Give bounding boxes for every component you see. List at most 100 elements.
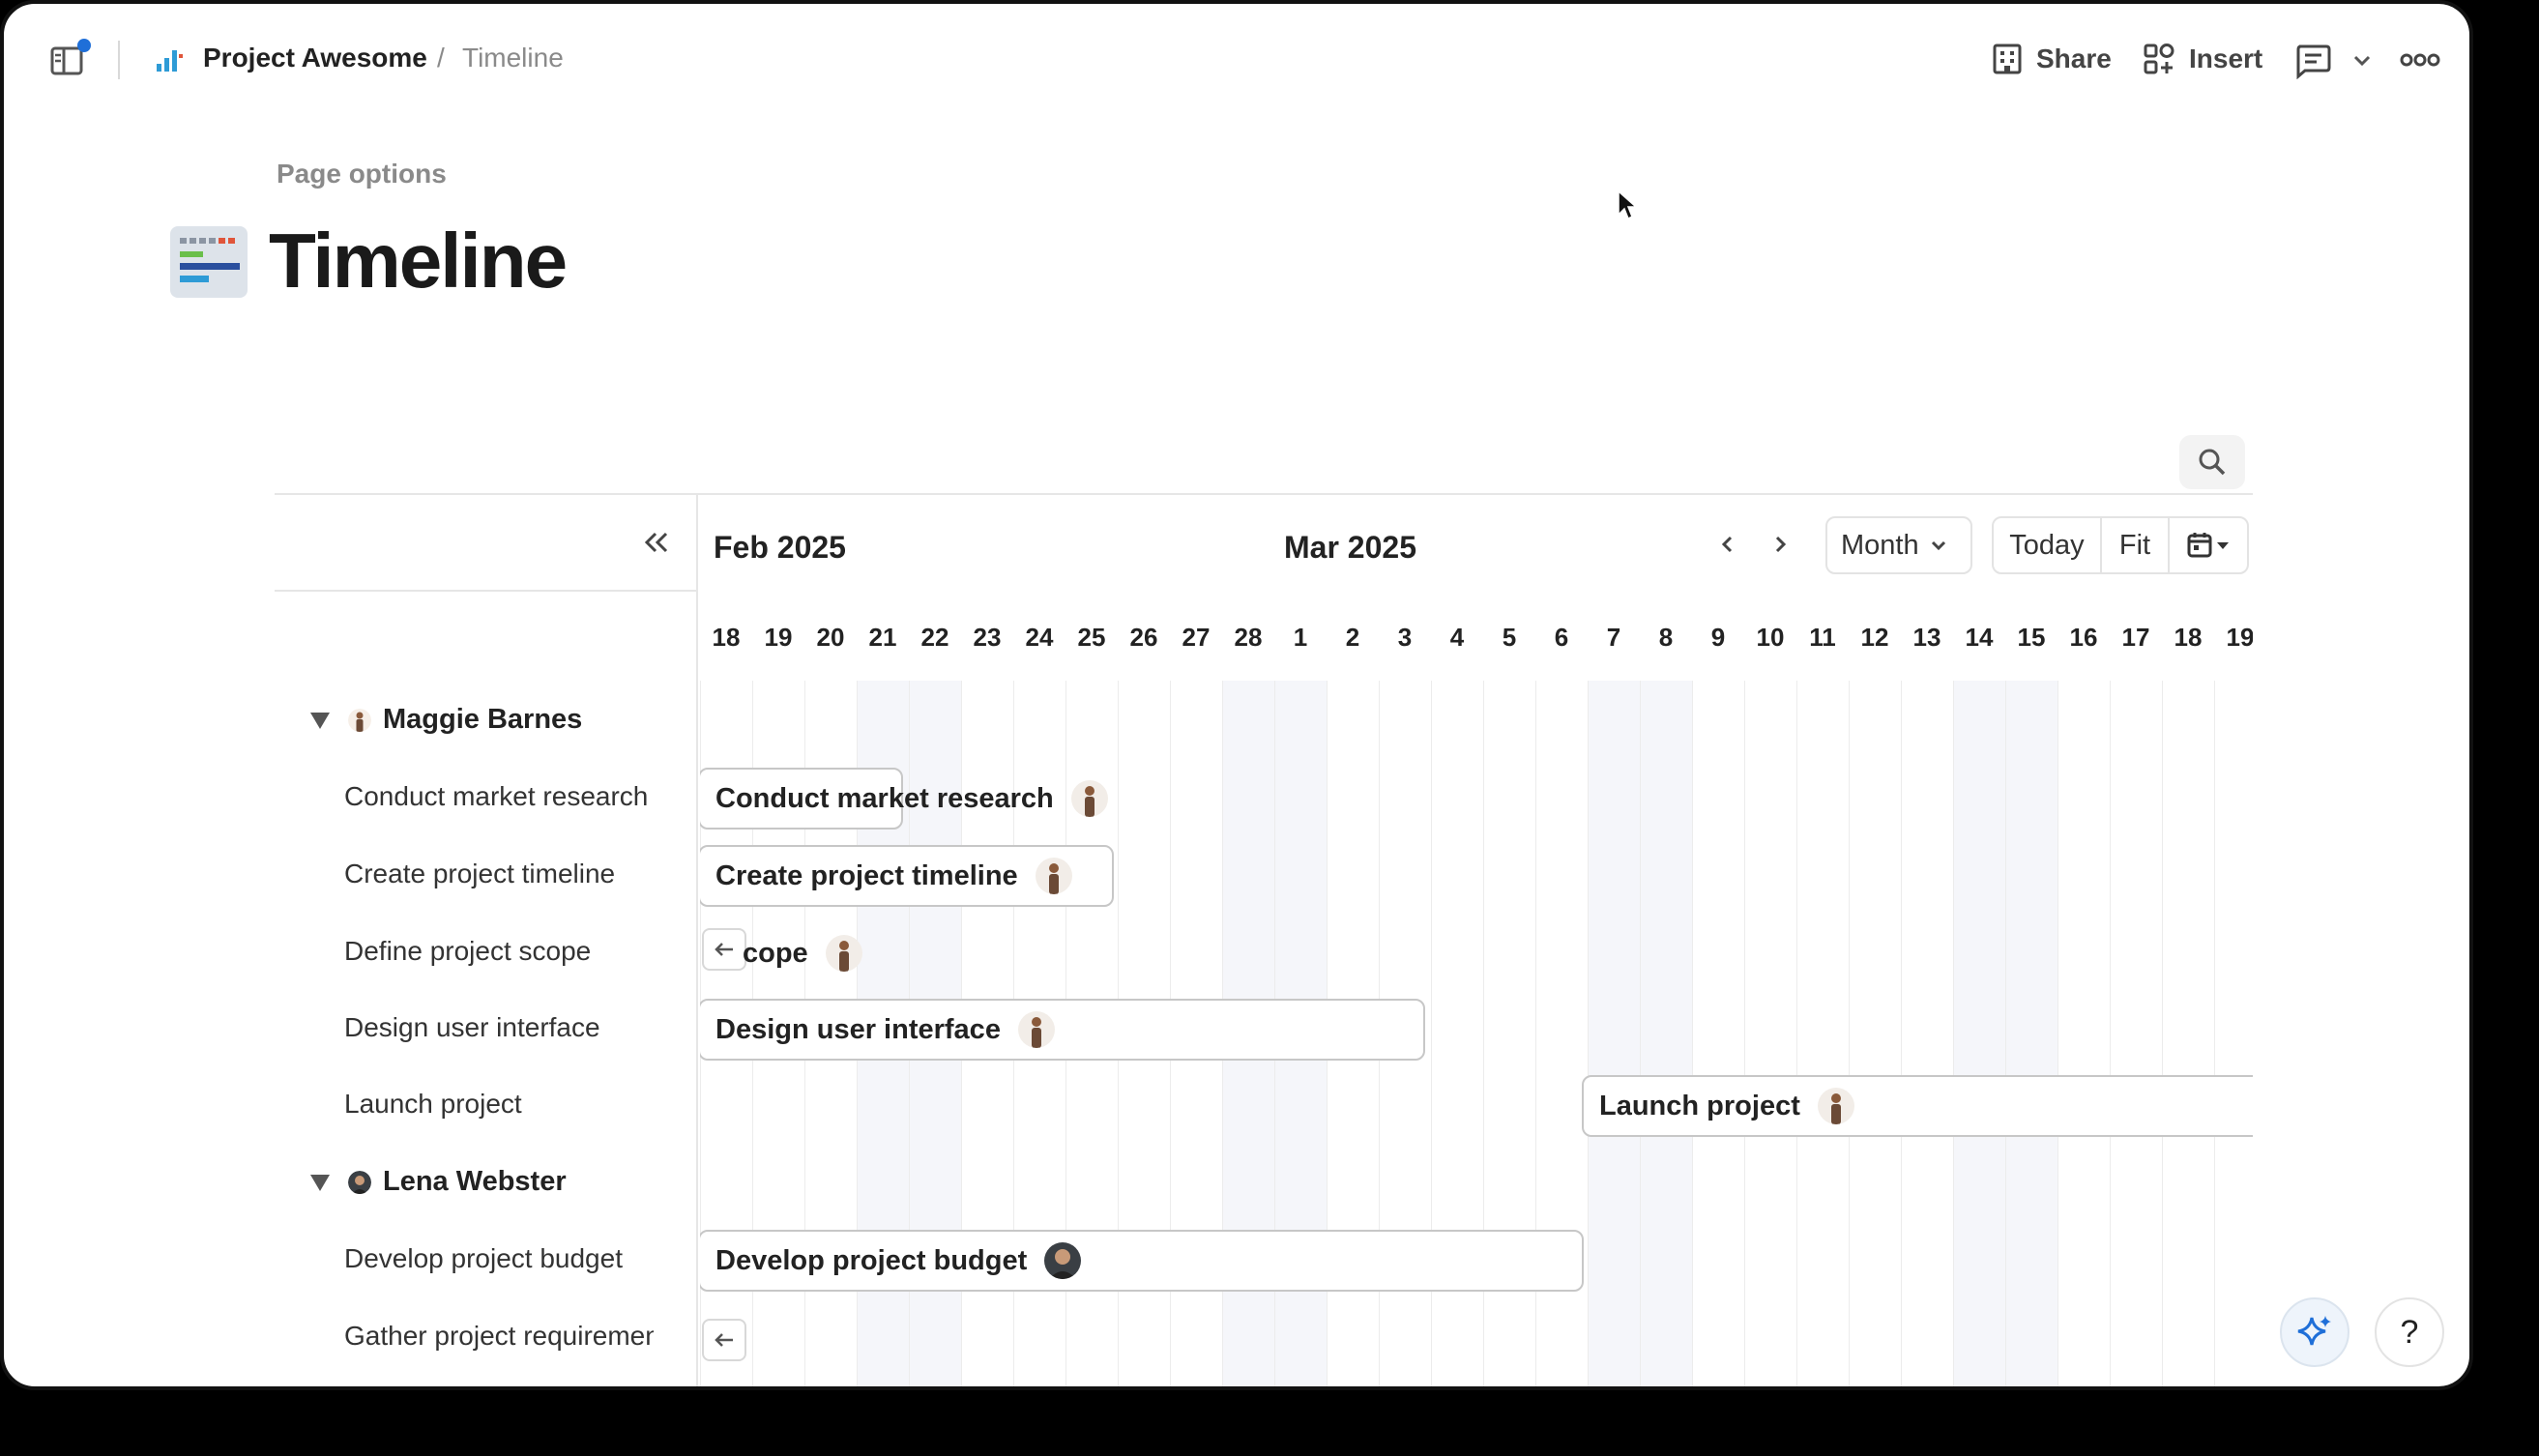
caret-down-icon <box>2217 542 2229 549</box>
task-bar-conduct[interactable]: Conduct market research <box>700 768 1108 830</box>
day-label: 21 <box>868 623 897 652</box>
day-label: 27 <box>1182 623 1211 652</box>
task-list-item[interactable]: Define project scope <box>344 936 654 967</box>
day-column <box>2162 681 2214 1386</box>
month-label-mar: Mar 2025 <box>1284 530 1416 565</box>
group-maggie-barnes[interactable]: Maggie Barnes <box>309 704 582 736</box>
task-bar-design[interactable]: Design user interface <box>700 999 1425 1061</box>
expand-triangle-icon[interactable] <box>309 711 331 730</box>
day-label: 8 <box>1658 623 1674 652</box>
day-label: 9 <box>1710 623 1726 652</box>
task-bar-launch[interactable]: Launch project <box>1582 1075 2253 1137</box>
day-column <box>1901 681 1953 1386</box>
day-label: 7 <box>1606 623 1621 652</box>
day-label: 1 <box>1293 623 1308 652</box>
day-label: 10 <box>1756 623 1785 652</box>
task-bar-create[interactable]: Create project timeline <box>700 845 1114 907</box>
today-button[interactable]: Today <box>1994 518 2102 572</box>
day-column <box>2110 681 2162 1386</box>
bar-label: Develop project budget <box>715 1244 1028 1276</box>
comment-icon[interactable] <box>2293 43 2332 79</box>
avatar <box>1017 1011 1055 1048</box>
app-window: Project Awesome / Timeline Share Insert <box>0 0 2473 1390</box>
search-button[interactable] <box>2179 435 2245 489</box>
day-column <box>2057 681 2110 1386</box>
chevron-down-icon <box>1931 540 1945 551</box>
task-list-item[interactable]: Gather project requirements <box>344 1321 654 1352</box>
month-label-feb: Feb 2025 <box>714 530 846 565</box>
group-name: Lena Webster <box>383 1166 567 1197</box>
day-column <box>2214 681 2253 1386</box>
day-label: 19 <box>764 623 793 652</box>
task-bar-budget[interactable]: Develop project budget <box>700 1230 1584 1292</box>
avatar <box>348 708 371 732</box>
task-list-panel: Maggie Barnes Conduct market research Cr… <box>275 493 698 1386</box>
ai-assistant-button[interactable] <box>2280 1297 2349 1367</box>
chevron-left-icon[interactable] <box>1713 530 1742 559</box>
bar-label: cope <box>743 937 808 969</box>
mouse-cursor-icon <box>1618 189 1638 220</box>
breadcrumb-project[interactable]: Project Awesome <box>203 43 427 73</box>
task-list-item[interactable]: Create project timeline <box>344 859 654 889</box>
task-list-item[interactable]: Conduct market research <box>344 781 654 812</box>
day-column <box>1640 681 1692 1386</box>
date-controls: Today Fit <box>1992 516 2249 574</box>
share-button[interactable]: Share <box>1992 43 2112 75</box>
day-label: 5 <box>1502 623 1517 652</box>
bar-label: Create project timeline <box>715 859 1018 891</box>
avatar <box>825 935 862 972</box>
day-label: 25 <box>1077 623 1106 652</box>
task-list-item[interactable]: Develop project budget <box>344 1243 654 1274</box>
day-label: 19 <box>2226 623 2253 652</box>
day-header-row: 18 19 20 21 22 23 24 25 26 27 28 1 2 3 4 5 6 7 8 9 10 11 12 13 1… <box>700 594 2253 683</box>
day-label: 23 <box>973 623 1002 652</box>
page-title: Timeline <box>269 218 568 304</box>
page-options-link[interactable]: Page options <box>277 159 447 189</box>
group-name: Maggie Barnes <box>383 704 583 735</box>
breadcrumb-page[interactable]: Timeline <box>462 43 564 73</box>
calendar-icon <box>2187 533 2212 558</box>
day-column <box>1953 681 2005 1386</box>
avatar <box>1070 780 1108 817</box>
topbar-divider <box>118 41 120 79</box>
scroll-to-task-button[interactable] <box>702 1319 746 1361</box>
help-button[interactable]: ? <box>2375 1297 2444 1367</box>
task-list-item[interactable]: Launch project <box>344 1089 654 1120</box>
today-label: Today <box>2009 529 2085 561</box>
task-bar-scope[interactable]: cope <box>729 922 922 984</box>
arrow-left-icon <box>715 1333 733 1347</box>
collapse-panel-icon[interactable] <box>640 526 673 559</box>
day-label: 18 <box>712 623 741 652</box>
insert-button[interactable]: Insert <box>2143 43 2262 75</box>
fit-button[interactable]: Fit <box>2102 518 2170 572</box>
day-column <box>1796 681 1849 1386</box>
bar-label: Design user interface <box>715 1013 1001 1045</box>
day-label: 13 <box>1912 623 1941 652</box>
task-list-item[interactable]: Design user interface <box>344 1012 654 1043</box>
share-label: Share <box>2036 44 2112 73</box>
chevron-right-icon[interactable] <box>1766 530 1795 559</box>
day-label: 16 <box>2069 623 2098 652</box>
day-label: 24 <box>1025 623 1054 652</box>
group-lena-webster[interactable]: Lena Webster <box>309 1166 567 1198</box>
avatar <box>1044 1242 1082 1279</box>
chevron-down-icon[interactable] <box>2351 50 2373 70</box>
day-label: 22 <box>920 623 949 652</box>
project-chart-icon <box>157 50 183 72</box>
view-select[interactable]: Month <box>1825 516 1972 574</box>
timeline-grid: Feb 2025 Mar 2025 Month Today Fit 18 19 20… <box>700 495 2253 1386</box>
more-icon[interactable] <box>2400 52 2440 68</box>
day-label: 14 <box>1965 623 1994 652</box>
day-column <box>2005 681 2057 1386</box>
avatar <box>348 1170 371 1194</box>
expand-triangle-icon[interactable] <box>309 1173 331 1192</box>
day-label: 17 <box>2121 623 2150 652</box>
avatar <box>1817 1088 1854 1124</box>
day-column <box>1849 681 1901 1386</box>
fit-label: Fit <box>2118 529 2151 561</box>
calendar-menu-button[interactable] <box>2170 518 2247 572</box>
day-label: 4 <box>1449 623 1465 652</box>
insert-label: Insert <box>2189 44 2263 73</box>
day-column <box>1692 681 1744 1386</box>
day-label: 26 <box>1129 623 1158 652</box>
